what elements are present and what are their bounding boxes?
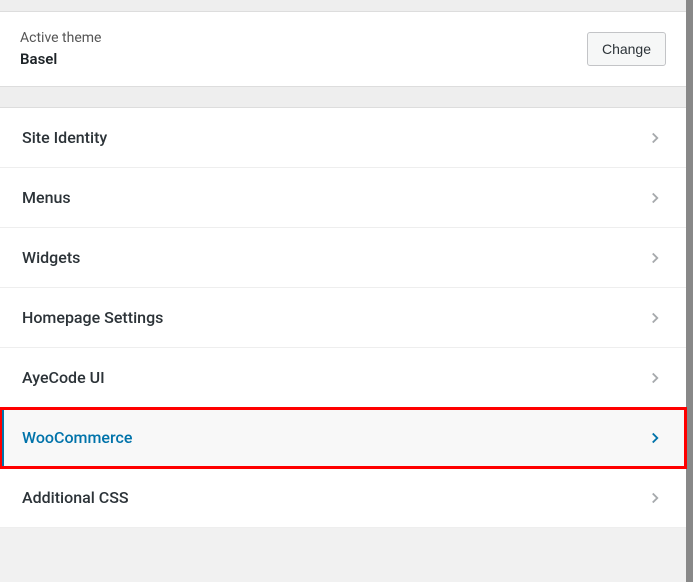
top-bar xyxy=(0,0,686,12)
chevron-right-icon xyxy=(646,309,664,327)
menu-label: Additional CSS xyxy=(22,488,129,507)
spacer xyxy=(0,86,686,108)
theme-info: Active theme Basel xyxy=(20,30,101,68)
menu-item-site-identity[interactable]: Site Identity xyxy=(0,108,686,168)
customizer-menu: Site Identity Menus Widgets Homepage Set… xyxy=(0,108,686,528)
menu-label: Widgets xyxy=(22,248,80,267)
menu-label: Site Identity xyxy=(22,128,107,147)
chevron-right-icon xyxy=(646,249,664,267)
menu-label: AyeCode UI xyxy=(22,368,105,387)
theme-header: Active theme Basel Change xyxy=(0,12,686,86)
menu-item-homepage-settings[interactable]: Homepage Settings xyxy=(0,288,686,348)
chevron-right-icon xyxy=(646,429,664,447)
change-theme-button[interactable]: Change xyxy=(587,32,666,66)
menu-item-menus[interactable]: Menus xyxy=(0,168,686,228)
menu-label: WooCommerce xyxy=(22,428,132,447)
menu-item-woocommerce[interactable]: WooCommerce xyxy=(0,408,686,468)
scrollbar[interactable] xyxy=(686,0,693,582)
menu-item-widgets[interactable]: Widgets xyxy=(0,228,686,288)
menu-item-ayecode-ui[interactable]: AyeCode UI xyxy=(0,348,686,408)
menu-item-additional-css[interactable]: Additional CSS xyxy=(0,468,686,528)
chevron-right-icon xyxy=(646,489,664,507)
menu-label: Homepage Settings xyxy=(22,308,163,327)
chevron-right-icon xyxy=(646,369,664,387)
menu-label: Menus xyxy=(22,188,71,207)
theme-label: Active theme xyxy=(20,30,101,46)
chevron-right-icon xyxy=(646,189,664,207)
chevron-right-icon xyxy=(646,129,664,147)
theme-name: Basel xyxy=(20,50,101,68)
